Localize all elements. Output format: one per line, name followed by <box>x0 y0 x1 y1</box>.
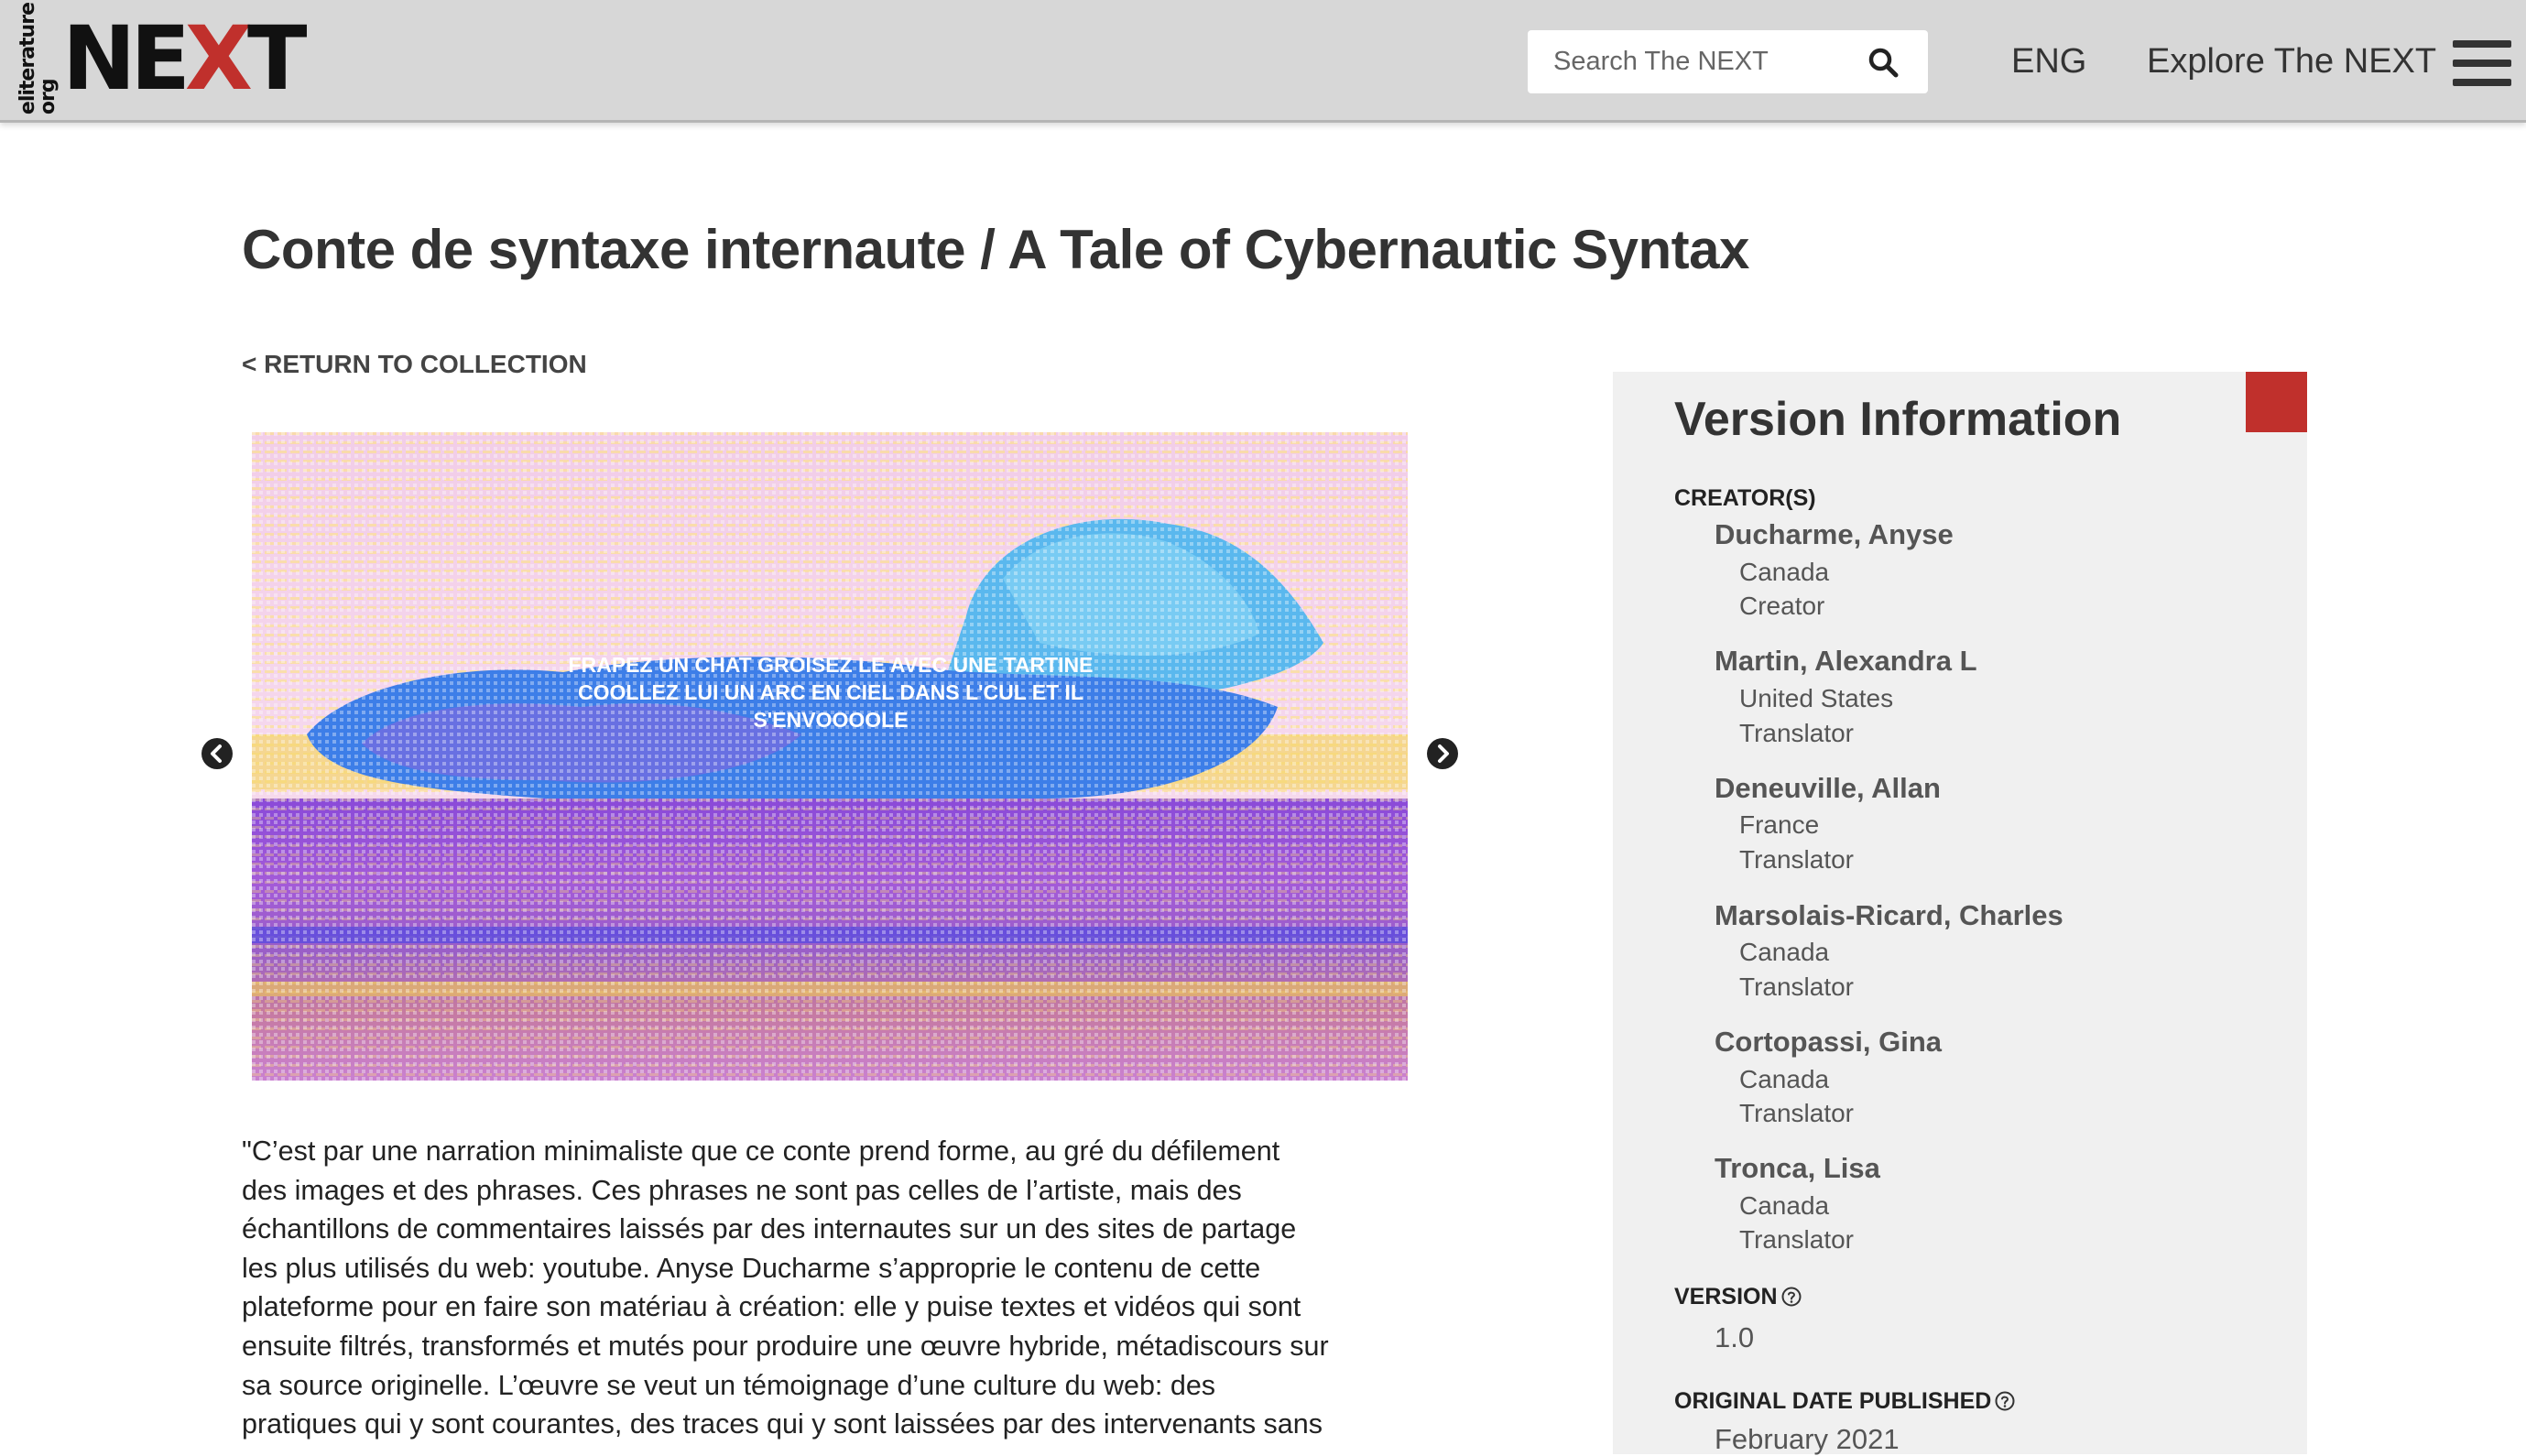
work-description: "C’est par une narration minimaliste que… <box>242 1135 1329 1440</box>
site-logo[interactable]: eliterature org NEXT <box>16 3 307 114</box>
creator-role: Translator <box>1739 1099 1855 1127</box>
creator-country: Canada <box>1739 1191 1830 1220</box>
help-circle-icon[interactable] <box>1781 1287 1802 1307</box>
logo-main-text: NEXT <box>62 7 307 110</box>
site-header: eliterature org NEXT ENG Explore The NEX… <box>0 0 2526 123</box>
carousel-caption-line-2: COOLLEZ LUI UN ARC EN CIEL DANS L'CUL ET… <box>578 680 1083 704</box>
arrow-right-icon[interactable] <box>1427 738 1458 769</box>
logo-small-text: eliterature org <box>16 2 60 115</box>
original-date-value: February 2021 <box>1715 1423 1900 1455</box>
creator-country: Canada <box>1739 1065 1830 1093</box>
explore-menu-link[interactable]: Explore The NEXT <box>2147 42 2436 81</box>
page-title: Conte de syntaxe internaute / A Tale of … <box>242 219 1749 280</box>
creator-role: Translator <box>1739 972 1855 1001</box>
search-icon[interactable] <box>1867 47 1899 78</box>
creator-country: United States <box>1739 684 1894 712</box>
return-to-collection-link[interactable]: < RETURN TO COLLECTION <box>242 350 587 379</box>
creator-country: France <box>1739 810 1820 839</box>
carousel-caption-line-1: FRAPEZ UN CHAT GROISEZ LE AVEC UNE TARTI… <box>569 653 1094 677</box>
creator-name[interactable]: Cortopassi, Gina <box>1715 1026 1942 1059</box>
language-selector[interactable]: ENG <box>2011 42 2086 81</box>
creator-name[interactable]: Tronca, Lisa <box>1715 1152 1880 1185</box>
creator-country: Canada <box>1739 558 1830 586</box>
search-input[interactable] <box>1553 47 1865 77</box>
creator-name[interactable]: Martin, Alexandra L <box>1715 645 1977 678</box>
creator-name[interactable]: Ducharme, Anyse <box>1715 518 1954 551</box>
original-date-label: ORIGINAL DATE PUBLISHED <box>1674 1388 2015 1415</box>
creator-role: Creator <box>1739 592 1825 620</box>
creators-label: CREATOR(S) <box>1674 485 1816 511</box>
image-carousel: FRAPEZ UN CHAT GROISEZ LE AVEC UNE TARTI… <box>252 432 1408 1081</box>
creator-role: Translator <box>1739 1225 1855 1254</box>
accent-square <box>2246 372 2307 432</box>
help-circle-icon[interactable] <box>1995 1391 2015 1411</box>
version-value: 1.0 <box>1715 1321 1755 1353</box>
creator-name[interactable]: Deneuville, Allan <box>1715 772 1941 805</box>
creator-role: Translator <box>1739 845 1855 874</box>
carousel-caption-line-3: S'ENVOOOOLE <box>753 708 908 732</box>
hamburger-menu-icon[interactable] <box>2453 40 2511 86</box>
version-label: VERSION <box>1674 1284 1802 1310</box>
arrow-left-icon[interactable] <box>201 738 233 769</box>
creator-country: Canada <box>1739 938 1830 966</box>
search-box <box>1528 30 1928 93</box>
carousel-image: FRAPEZ UN CHAT GROISEZ LE AVEC UNE TARTI… <box>252 432 1408 1081</box>
creator-name[interactable]: Marsolais-Ricard, Charles <box>1715 899 2063 932</box>
creator-role: Translator <box>1739 719 1855 747</box>
version-information-title: Version Information <box>1674 393 2122 446</box>
